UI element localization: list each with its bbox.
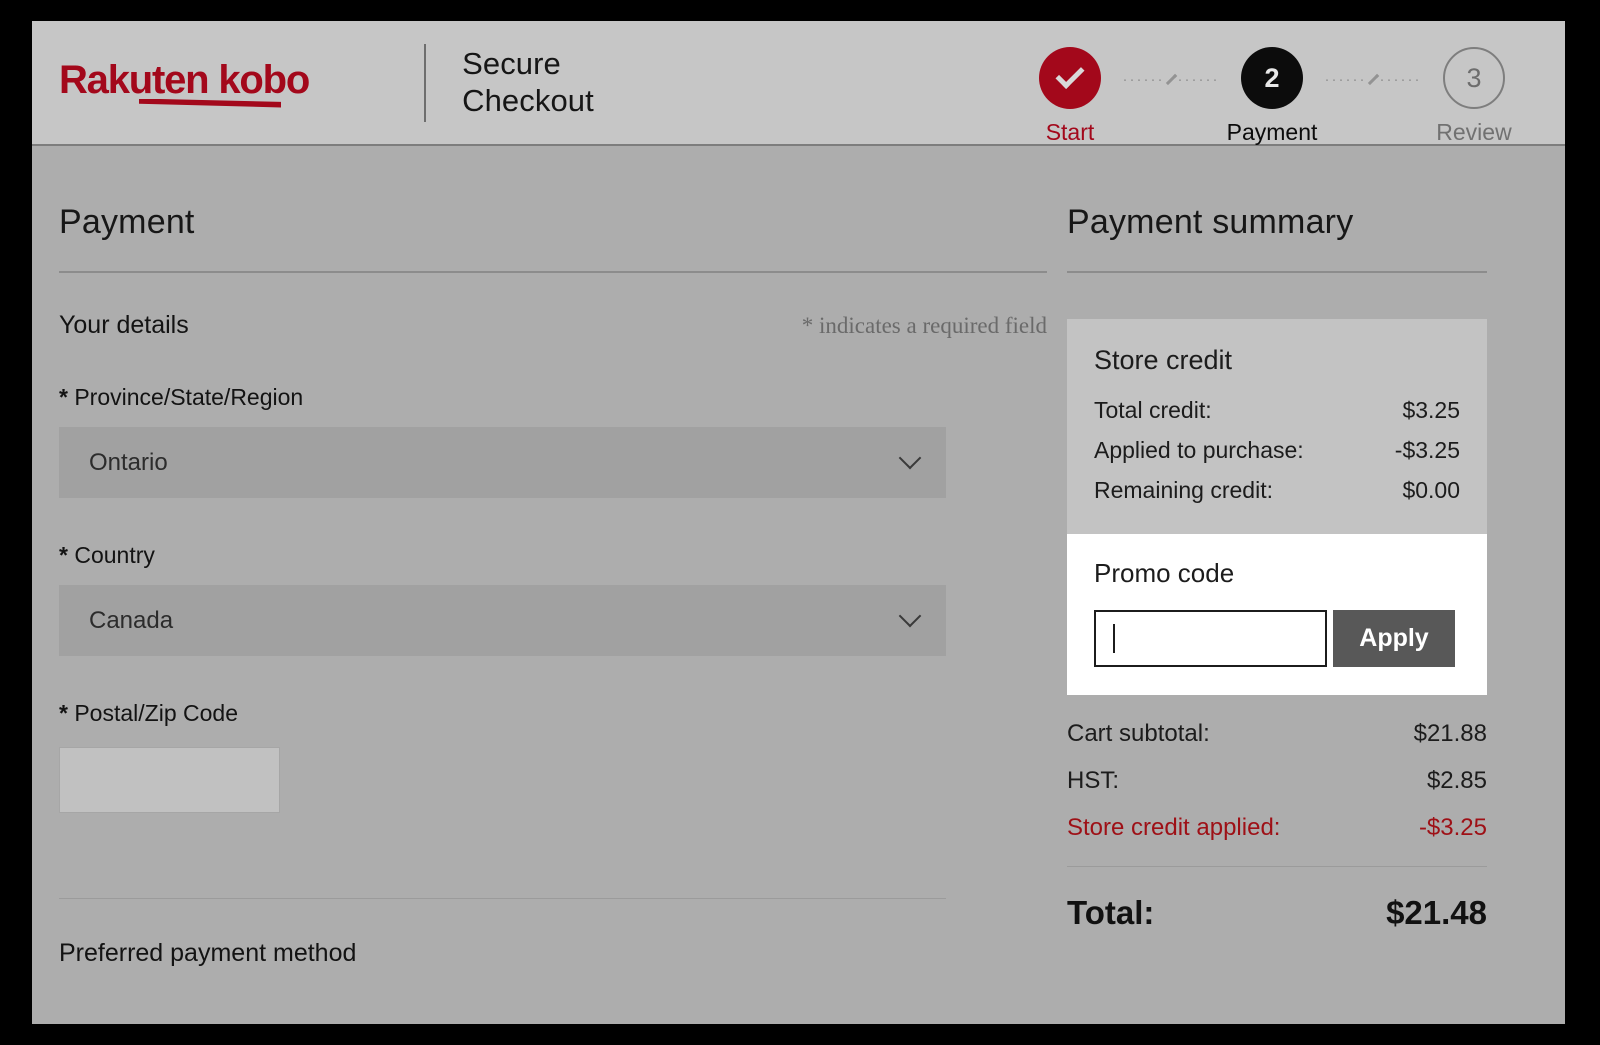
totals-rule (1067, 866, 1487, 867)
store-credit-row: Remaining credit: $0.00 (1094, 477, 1460, 504)
postal-label-text: Postal/Zip Code (74, 700, 238, 726)
step-start[interactable]: Start (1007, 47, 1133, 146)
promo-code-title: Promo code (1094, 558, 1460, 589)
required-field-note: * indicates a required field (802, 313, 1047, 339)
page-body: Payment Your details * indicates a requi… (32, 146, 1565, 968)
country-label-text: Country (74, 542, 155, 568)
total-credit-label: Total credit: (1094, 397, 1212, 424)
grand-total-label: Total: (1067, 894, 1154, 932)
summary-title: Payment summary (1067, 203, 1487, 242)
page-title: Payment (59, 203, 1047, 242)
step-payment[interactable]: 2 Payment (1209, 47, 1335, 146)
remaining-credit-value: $0.00 (1402, 477, 1460, 504)
remaining-credit-label: Remaining credit: (1094, 477, 1273, 504)
step-start-label: Start (1007, 119, 1133, 146)
step-payment-badge: 2 (1241, 47, 1303, 109)
step-review-label: Review (1411, 119, 1537, 146)
apply-promo-button[interactable]: Apply (1333, 610, 1455, 667)
country-field-label: * Country (59, 542, 1047, 569)
payment-form-column: Payment Your details * indicates a requi… (32, 146, 1047, 968)
step-start-badge (1039, 47, 1101, 109)
page-header: Rakuten kobo Secure Checkout Start ·····… (32, 21, 1565, 146)
stepper-connector-2: ······ ······ (1335, 72, 1411, 87)
your-details-label: Your details (59, 311, 189, 340)
step-review-badge: 3 (1443, 47, 1505, 109)
promo-code-row: Apply (1094, 610, 1460, 667)
province-field-label: * Province/State/Region (59, 384, 1047, 411)
required-asterisk: * (59, 542, 68, 568)
step-payment-label: Payment (1209, 119, 1335, 146)
stepper-connector-1: ······ ······ (1133, 72, 1209, 87)
hst-value: $2.85 (1427, 767, 1487, 795)
secure-checkout-line2: Checkout (462, 83, 594, 119)
postal-code-input[interactable] (59, 747, 280, 813)
promo-code-panel: Promo code Apply (1067, 534, 1487, 695)
hst-row: HST: $2.85 (1067, 767, 1487, 795)
store-credit-applied-value: -$3.25 (1419, 814, 1487, 842)
store-credit-row: Applied to purchase: -$3.25 (1094, 437, 1460, 464)
store-credit-title: Store credit (1094, 345, 1460, 376)
store-credit-applied-row: Store credit applied: -$3.25 (1067, 814, 1487, 842)
header-divider (424, 44, 426, 122)
form-section-rule (59, 898, 946, 899)
applied-credit-value: -$3.25 (1395, 437, 1460, 464)
totals-list: Cart subtotal: $21.88 HST: $2.85 Store c… (1067, 720, 1487, 932)
payment-summary-column: Payment summary Store credit Total credi… (1047, 146, 1537, 968)
checkout-page: Rakuten kobo Secure Checkout Start ·····… (32, 21, 1565, 1024)
secure-checkout-title: Secure Checkout (462, 46, 594, 119)
title-rule (59, 271, 1047, 273)
chevron-right-icon (1367, 74, 1378, 85)
chevron-down-icon (899, 605, 922, 628)
required-asterisk: * (59, 700, 68, 726)
dotted-line-icon: ······ (1123, 72, 1165, 87)
chevron-down-icon (899, 447, 922, 470)
province-select[interactable]: Ontario (59, 427, 946, 498)
summary-title-rule (1067, 271, 1487, 273)
cart-subtotal-row: Cart subtotal: $21.88 (1067, 720, 1487, 748)
country-selected-value: Canada (89, 607, 173, 635)
next-section-heading: Preferred payment method (59, 939, 1047, 968)
store-credit-applied-label: Store credit applied: (1067, 814, 1280, 842)
applied-credit-label: Applied to purchase: (1094, 437, 1304, 464)
secure-checkout-line1: Secure (462, 46, 594, 82)
province-label-text: Province/State/Region (74, 384, 303, 410)
hst-label: HST: (1067, 767, 1119, 795)
check-icon (1056, 60, 1085, 89)
required-asterisk: * (59, 384, 68, 410)
total-credit-value: $3.25 (1402, 397, 1460, 424)
store-credit-panel: Store credit Total credit: $3.25 Applied… (1067, 319, 1487, 534)
step-review[interactable]: 3 Review (1411, 47, 1537, 146)
grand-total-value: $21.48 (1386, 894, 1487, 932)
rakuten-kobo-logo[interactable]: Rakuten kobo (59, 60, 309, 106)
chevron-right-icon (1165, 74, 1176, 85)
dotted-line-icon: ······ (1325, 72, 1367, 87)
country-select[interactable]: Canada (59, 585, 946, 656)
cart-subtotal-label: Cart subtotal: (1067, 720, 1210, 748)
logo-text: Rakuten kobo (59, 58, 309, 102)
checkout-stepper: Start ······ ······ 2 Payment ······ ···… (1007, 47, 1537, 146)
cart-subtotal-value: $21.88 (1414, 720, 1487, 748)
promo-code-input[interactable] (1094, 610, 1327, 667)
text-caret-icon (1113, 624, 1115, 653)
store-credit-row: Total credit: $3.25 (1094, 397, 1460, 424)
details-header-row: Your details * indicates a required fiel… (59, 311, 1047, 340)
brand-lockup: Rakuten kobo Secure Checkout (59, 21, 594, 144)
postal-field-label: * Postal/Zip Code (59, 700, 1047, 727)
grand-total-row: Total: $21.48 (1067, 894, 1487, 932)
province-selected-value: Ontario (89, 449, 168, 477)
